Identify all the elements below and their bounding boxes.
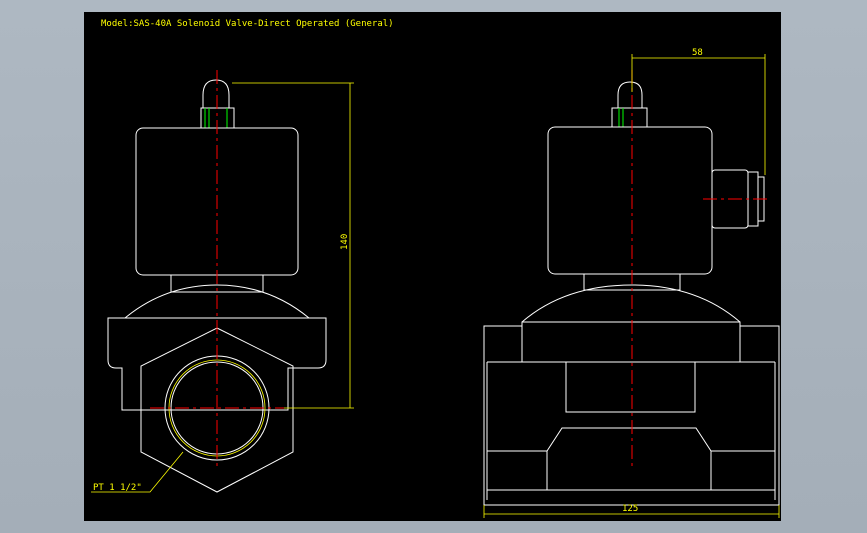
- front-thread-label: PT 1 1/2": [93, 483, 142, 493]
- side-coil: [547, 126, 713, 275]
- side-cap-dome: [617, 81, 643, 108]
- dim-width-label: 125: [622, 504, 638, 514]
- side-bonnet: [521, 284, 741, 323]
- dim-height-label: 140: [340, 234, 350, 250]
- side-view: 58 125: [483, 48, 780, 518]
- cad-drawing: Model:SAS-40A Solenoid Valve-Direct Oper…: [91, 19, 780, 518]
- side-cavity-walls: [546, 451, 712, 490]
- front-view: PT 1 1/2" 140: [91, 70, 354, 493]
- side-body-flange: [521, 326, 741, 363]
- dim-offset-label: 58: [692, 48, 703, 58]
- front-cap-dome: [202, 79, 230, 108]
- side-cavity-upper: [565, 362, 696, 413]
- side-body-inner-walls: [486, 362, 776, 500]
- drawing-title: Model:SAS-40A Solenoid Valve-Direct Oper…: [101, 19, 394, 29]
- side-cap-nut: [611, 107, 648, 128]
- side-cavity-lower: [487, 427, 775, 452]
